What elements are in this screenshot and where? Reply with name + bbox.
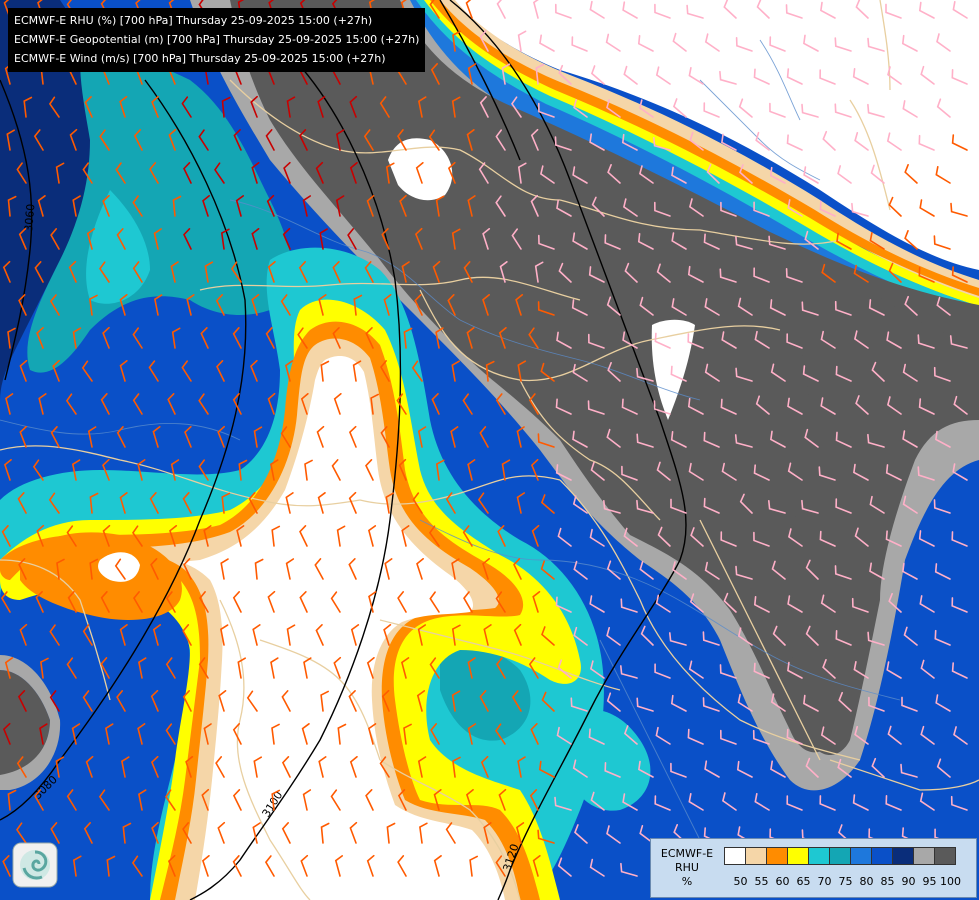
legend-swatch [745, 847, 767, 865]
title-geopotential: ECMWF-E Geopotential (m) [700 hPa] Thurs… [14, 33, 420, 46]
legend-tick-label: 50 [733, 875, 748, 888]
rhu-shading [0, 0, 979, 900]
legend-tick-label: 70 [817, 875, 832, 888]
title-wind: ECMWF-E Wind (m/s) [700 hPa] Thursday 25… [14, 52, 386, 65]
legend-tick-label: 60 [775, 875, 790, 888]
legend-color-scale [724, 847, 956, 865]
legend-label: ECMWF-E RHU % [655, 847, 719, 889]
legend-tick-label: 85 [880, 875, 895, 888]
legend-swatch [892, 847, 914, 865]
legend-swatch [808, 847, 830, 865]
legend-swatch [724, 847, 746, 865]
legend-swatch [766, 847, 788, 865]
legend-swatch [850, 847, 872, 865]
legend-swatch [871, 847, 893, 865]
swirl-logo-icon [12, 842, 58, 888]
legend-tick-labels: 50 55 60 65 70 75 80 85 90 95 100 [724, 875, 979, 889]
legend-tick-label: 95 [922, 875, 937, 888]
legend-swatch [913, 847, 935, 865]
legend-tick-label: 65 [796, 875, 811, 888]
legend-tick-label: 90 [901, 875, 916, 888]
legend-swatch [787, 847, 809, 865]
legend-variable: RHU [675, 861, 699, 874]
contour-label-3060: 3060 [22, 203, 37, 232]
rhu-field-map: 3060 3080 3100 3120 [0, 0, 979, 900]
rhu-legend: ECMWF-E RHU % 50 55 60 65 70 75 80 85 90 95 100 [650, 838, 977, 898]
legend-tick-label: 75 [838, 875, 853, 888]
legend-tick-label: 80 [859, 875, 874, 888]
legend-model: ECMWF-E [660, 847, 714, 860]
map-title-box: ECMWF-E RHU (%) [700 hPa] Thursday 25-09… [8, 8, 426, 72]
weather-map-view: 3060 3080 3100 3120 ECMWF-E RHU (%) [700… [0, 0, 979, 900]
title-rhu: ECMWF-E RHU (%) [700 hPa] Thursday 25-09… [14, 14, 373, 27]
legend-unit: % [681, 875, 693, 888]
legend-swatch [934, 847, 956, 865]
legend-tick-label: 100 [940, 875, 961, 888]
legend-tick-label: 55 [754, 875, 769, 888]
legend-swatch [829, 847, 851, 865]
